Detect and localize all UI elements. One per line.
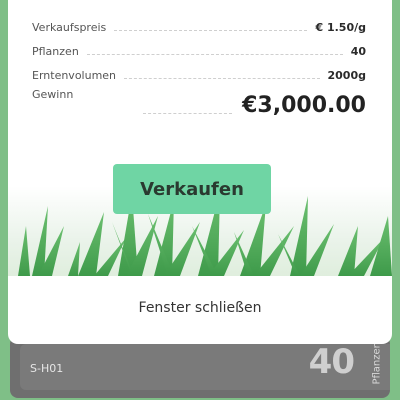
price-value: € 1.50/g — [315, 21, 366, 34]
profit-value: €3,000.00 — [242, 93, 366, 118]
dotted-divider — [124, 78, 320, 79]
dotted-divider — [143, 113, 233, 114]
harvest-value: 2000g — [327, 69, 367, 82]
summary-rows: Verkaufspreis € 1.50/g Pflanzen 40 Ernte… — [32, 10, 366, 118]
summary-row-profit: Gewinn €3,000.00 — [32, 82, 366, 118]
sell-button[interactable]: Verkaufen — [113, 164, 271, 214]
dotted-divider — [86, 54, 343, 55]
summary-row-plants: Pflanzen 40 — [32, 34, 366, 58]
profit-label: Gewinn — [32, 88, 74, 101]
price-label: Verkaufspreis — [32, 21, 107, 34]
dotted-divider — [114, 30, 308, 31]
close-window-button[interactable]: Fenster schließen — [8, 300, 392, 316]
background-list-card: S-H01 40 Pflanzen — [10, 336, 390, 398]
summary-row-price: Verkaufspreis € 1.50/g — [32, 10, 366, 34]
background-card-count-label: Pflanzen — [372, 342, 383, 385]
plants-label: Pflanzen — [32, 45, 79, 58]
background-card-count: 40 — [308, 342, 355, 382]
summary-row-harvest: Erntenvolumen 2000g — [32, 58, 366, 82]
harvest-label: Erntenvolumen — [32, 69, 117, 82]
background-card-id: S-H01 — [30, 362, 64, 375]
plants-value: 40 — [350, 45, 366, 58]
